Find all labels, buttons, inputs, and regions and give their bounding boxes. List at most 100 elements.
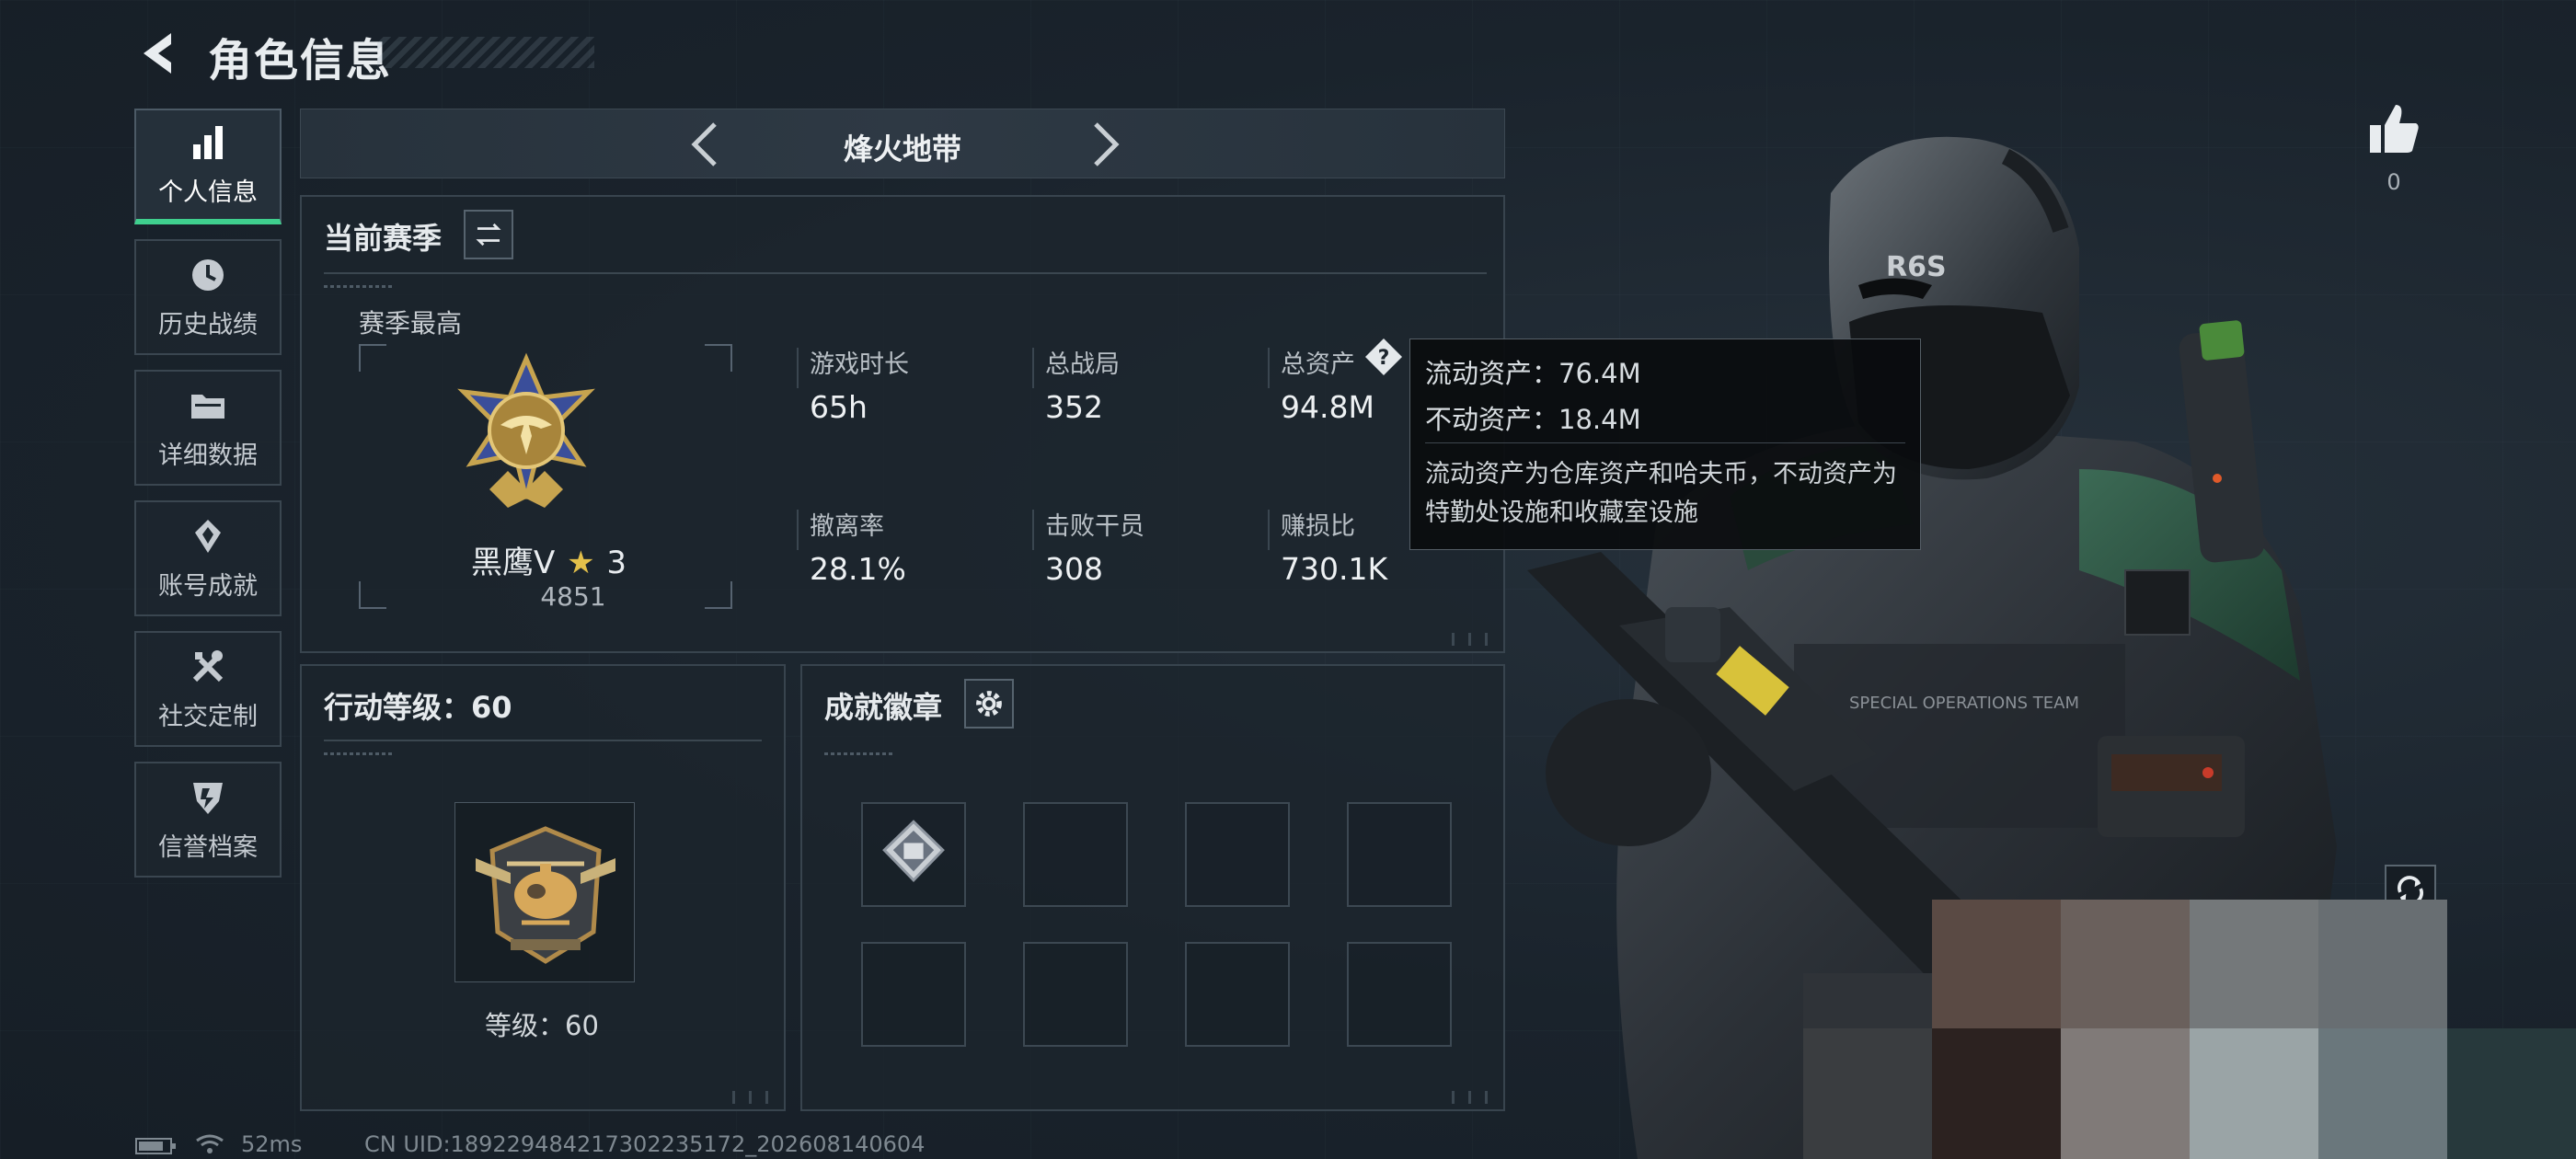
frame-corner (359, 344, 386, 372)
panel-divider (324, 272, 1487, 274)
achievement-badges-title: 成就徽章 (824, 690, 943, 725)
help-question-icon[interactable]: ? (1363, 337, 1404, 377)
stat-separator (1032, 510, 1034, 550)
nav-item-social-customize[interactable]: 社交定制 (134, 631, 282, 747)
tooltip-divider (1425, 442, 1905, 443)
stat-value: 308 (1045, 551, 1103, 587)
svg-text:R6S: R6S (1886, 251, 1947, 283)
swap-season-icon[interactable] (464, 210, 513, 259)
badge-crate-icon (882, 820, 945, 883)
badge-slot-empty[interactable] (1347, 802, 1452, 907)
helicopter-badge-icon (476, 826, 615, 964)
like-count: 0 (2386, 169, 2401, 195)
badge-slot-empty[interactable] (1023, 802, 1128, 907)
season-best-label: 赛季最高 (359, 308, 463, 339)
frame-corner (705, 344, 732, 372)
stat-total-matches: 总战局 352 (1045, 344, 1120, 425)
stat-label: 赚损比 (1281, 512, 1355, 541)
panel-divider (324, 740, 762, 741)
nav-label: 账号成就 (158, 571, 258, 601)
tools-icon (192, 649, 224, 682)
rule-decoration (324, 752, 394, 755)
page-title: 角色信息 (208, 35, 393, 86)
ping-readout: 52ms (241, 1131, 303, 1157)
operation-level-panel: 行动等级：60 等级：60 (300, 664, 786, 1111)
stat-total-assets: 总资产 94.8M (1281, 344, 1374, 425)
badge-slot-empty[interactable] (1347, 942, 1452, 1047)
settings-gear-icon[interactable] (964, 679, 1014, 729)
season-title: 当前赛季 (324, 221, 443, 256)
nav-label: 社交定制 (158, 702, 258, 731)
mode-name: 烽火地带 (843, 132, 961, 166)
fixed-assets-line: 不动资产：18.4M (1425, 404, 1641, 435)
nav-label: 个人信息 (158, 178, 258, 207)
operation-level-title: 行动等级：60 (324, 690, 512, 725)
back-arrow-icon[interactable] (134, 28, 186, 79)
stat-separator (797, 510, 799, 550)
nav-item-credit-record[interactable]: 信誉档案 (134, 762, 282, 878)
nav-label: 信誉档案 (158, 832, 258, 862)
nav-label: 详细数据 (158, 441, 258, 470)
star-icon: ★ (567, 545, 595, 581)
badge-slot-empty[interactable] (861, 942, 966, 1047)
stat-value: 28.1% (810, 551, 906, 587)
stat-value: 65h (810, 389, 868, 425)
corner-decoration (1446, 1091, 1498, 1104)
credit-shield-icon (193, 782, 223, 814)
badge-slot-empty[interactable] (1185, 942, 1290, 1047)
badge-slot-empty[interactable] (1023, 942, 1128, 1047)
badge-slot-filled[interactable] (861, 802, 966, 907)
wifi-icon (196, 1134, 224, 1153)
assets-tooltip: 流动资产：76.4M 不动资产：18.4M 流动资产为仓库资产和哈夫币，不动资产… (1409, 339, 1921, 550)
stat-play-time: 游戏时长 65h (810, 344, 909, 425)
battery-icon (135, 1138, 176, 1154)
stat-value: 94.8M (1281, 389, 1374, 425)
badge-slot-empty[interactable] (1185, 802, 1290, 907)
mode-switcher: 烽火地带 (300, 109, 1505, 178)
svg-text:?: ? (1378, 347, 1390, 370)
assets-description: 流动资产为仓库资产和哈夫币，不动资产为特勤处设施和收藏室设施 (1425, 460, 1897, 527)
folder-icon (191, 394, 224, 419)
stat-extraction-rate: 撤离率 28.1% (810, 506, 906, 587)
user-uid: CN UID:18922948421730223517​2_2026081406… (364, 1131, 926, 1157)
level-badge-frame (454, 802, 635, 982)
stat-value: 730.1K (1281, 551, 1388, 587)
bar-chart-icon (193, 125, 223, 159)
rule-decoration (824, 752, 894, 755)
liquid-assets-line: 流动资产：76.4M (1425, 358, 1641, 389)
nav-label: 历史战绩 (158, 310, 258, 339)
stat-operators-defeated: 击败干员 308 (1045, 506, 1144, 587)
season-panel: 当前赛季 赛季最高 黑鹰Ⅴ ★ 3 4851 游戏时长 65h 总战局 352 … (300, 195, 1505, 653)
stat-label: 总资产 (1281, 350, 1355, 379)
stat-separator (797, 348, 799, 388)
stat-label: 游戏时长 (810, 350, 909, 379)
stat-value: 352 (1045, 389, 1103, 425)
stat-separator (1268, 348, 1270, 388)
achievement-badges-panel: 成就徽章 (800, 664, 1505, 1111)
rule-decoration (324, 285, 394, 288)
next-mode-chevron-icon[interactable] (1074, 115, 1133, 174)
corner-decoration (1446, 633, 1498, 646)
svg-text:SPECIAL OPERATIONS TEAM: SPECIAL OPERATIONS TEAM (1849, 694, 2079, 713)
achievement-icon (195, 519, 221, 553)
rank-name-row: 黑鹰Ⅴ ★ 3 (471, 537, 627, 582)
rank-stars: 3 (606, 545, 627, 581)
stat-separator (1268, 510, 1270, 550)
rank-emblem-icon (457, 352, 595, 508)
nav-item-account-achievements[interactable]: 账号成就 (134, 500, 282, 616)
pixelated-overlay (1803, 900, 2576, 1159)
title-decoration (377, 37, 594, 68)
stat-label: 撤离率 (810, 512, 884, 541)
level-text: 等级：60 (485, 1010, 599, 1041)
nav-item-history[interactable]: 历史战绩 (134, 239, 282, 355)
side-nav: 个人信息 历史战绩 详细数据 账号成就 社交定制 信誉档案 (134, 109, 282, 892)
thumbs-up-icon[interactable] (2366, 101, 2421, 156)
corner-decoration (727, 1091, 778, 1104)
rank-score: 4851 (540, 581, 606, 612)
stat-label: 总战局 (1045, 350, 1120, 379)
stat-label: 击败干员 (1045, 512, 1144, 541)
history-icon (192, 258, 224, 291)
nav-item-personal-info[interactable]: 个人信息 (134, 109, 282, 224)
nav-item-detailed-data[interactable]: 详细数据 (134, 370, 282, 486)
stat-profit-loss-ratio: 赚损比 730.1K (1281, 506, 1387, 587)
